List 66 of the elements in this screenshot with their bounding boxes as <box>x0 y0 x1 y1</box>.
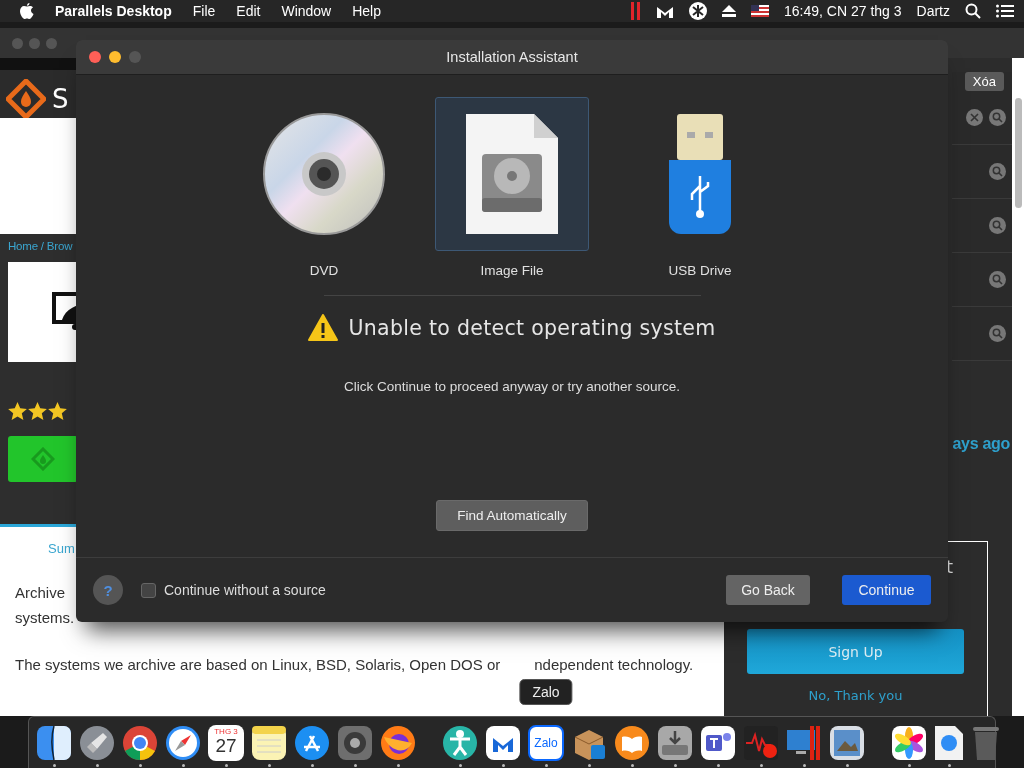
teams-icon[interactable] <box>700 724 736 761</box>
app-store-icon[interactable] <box>294 724 330 761</box>
source-option[interactable] <box>435 97 589 251</box>
window-title: Installation Assistant <box>446 49 578 65</box>
menu-item[interactable]: Help <box>352 3 381 19</box>
disc-icon <box>262 112 386 236</box>
photo-stack-icon[interactable] <box>829 724 865 761</box>
diamond-icon <box>31 447 55 471</box>
flower-icon[interactable] <box>891 724 927 761</box>
compass-icon[interactable] <box>165 724 201 761</box>
waveform-icon[interactable] <box>743 724 779 761</box>
source-label: USB Drive <box>667 263 733 278</box>
breadcrumb-link[interactable]: Home / Brow <box>8 240 73 252</box>
star-icon <box>48 402 67 420</box>
user-name[interactable]: Dartz <box>916 3 950 19</box>
clear-icon[interactable] <box>966 109 983 126</box>
star-icon <box>8 402 27 420</box>
dock-tooltip: Zalo <box>519 678 573 705</box>
star-icon <box>28 402 47 420</box>
flag-icon[interactable] <box>751 5 769 17</box>
clock-text[interactable]: 16:49, CN 27 thg 3 <box>784 3 902 19</box>
calendar-icon[interactable]: THG 3 27 <box>208 724 244 761</box>
tray-icon[interactable] <box>657 724 693 761</box>
document-icon[interactable] <box>934 724 964 761</box>
calendar-day: 27 <box>215 735 237 756</box>
search-icon[interactable] <box>965 3 981 19</box>
paragraph-text: systems. <box>15 609 75 626</box>
continue-button[interactable]: Continue <box>842 575 931 605</box>
warning-text: Unable to detect operating system <box>348 315 716 340</box>
logo-text: S <box>52 84 69 114</box>
trash-icon[interactable] <box>971 724 1001 761</box>
minimize-button[interactable] <box>109 51 121 63</box>
settings-icon[interactable] <box>337 724 373 761</box>
paragraph-text: ndependent technology. <box>534 656 694 673</box>
continue-checkbox[interactable]: Continue without a source <box>141 582 326 598</box>
decline-link[interactable]: No, Thank you <box>808 688 903 703</box>
find-button[interactable]: Find Automatically <box>436 500 588 531</box>
scrollbar-thumb[interactable] <box>1014 98 1022 208</box>
close-button[interactable] <box>89 51 101 63</box>
warning-icon <box>308 314 339 341</box>
timestamp-text: ays ago <box>952 435 1010 453</box>
paragraph-text: The systems we archive are based on Linux, BSD, Solaris, Open DOS or <box>15 656 501 673</box>
book-icon[interactable] <box>614 724 650 761</box>
app-menu[interactable]: Parallels Desktop <box>55 3 172 19</box>
menu-icon[interactable] <box>996 4 1014 18</box>
apple-icon[interactable] <box>20 3 34 19</box>
menu-item[interactable]: Window <box>281 3 332 19</box>
menu-item[interactable]: File <box>192 3 216 19</box>
source-label: Image File <box>479 263 545 278</box>
source-label: DVD <box>308 263 340 278</box>
calendar-month: THG 3 <box>214 726 238 736</box>
paragraph-text: Archive <box>15 584 66 601</box>
chrome-icon[interactable] <box>122 724 158 761</box>
pause-icon[interactable] <box>631 2 641 20</box>
eject-icon[interactable] <box>722 5 736 17</box>
zalo-app-icon[interactable]: Zalo <box>528 724 564 761</box>
monitor-bars-icon[interactable] <box>786 724 822 761</box>
usb-drive-icon <box>669 114 731 234</box>
back-button[interactable]: Go Back <box>726 575 810 605</box>
menu-item[interactable]: Edit <box>236 3 261 19</box>
diamond-logo-icon <box>6 79 46 119</box>
message-text: Click Continue to proceed anyway or try another source. <box>343 379 681 394</box>
download-button[interactable] <box>8 436 78 482</box>
notepad-icon[interactable] <box>251 724 287 761</box>
clear-button[interactable]: Xóa <box>964 72 1004 91</box>
disk-image-icon <box>466 114 558 234</box>
